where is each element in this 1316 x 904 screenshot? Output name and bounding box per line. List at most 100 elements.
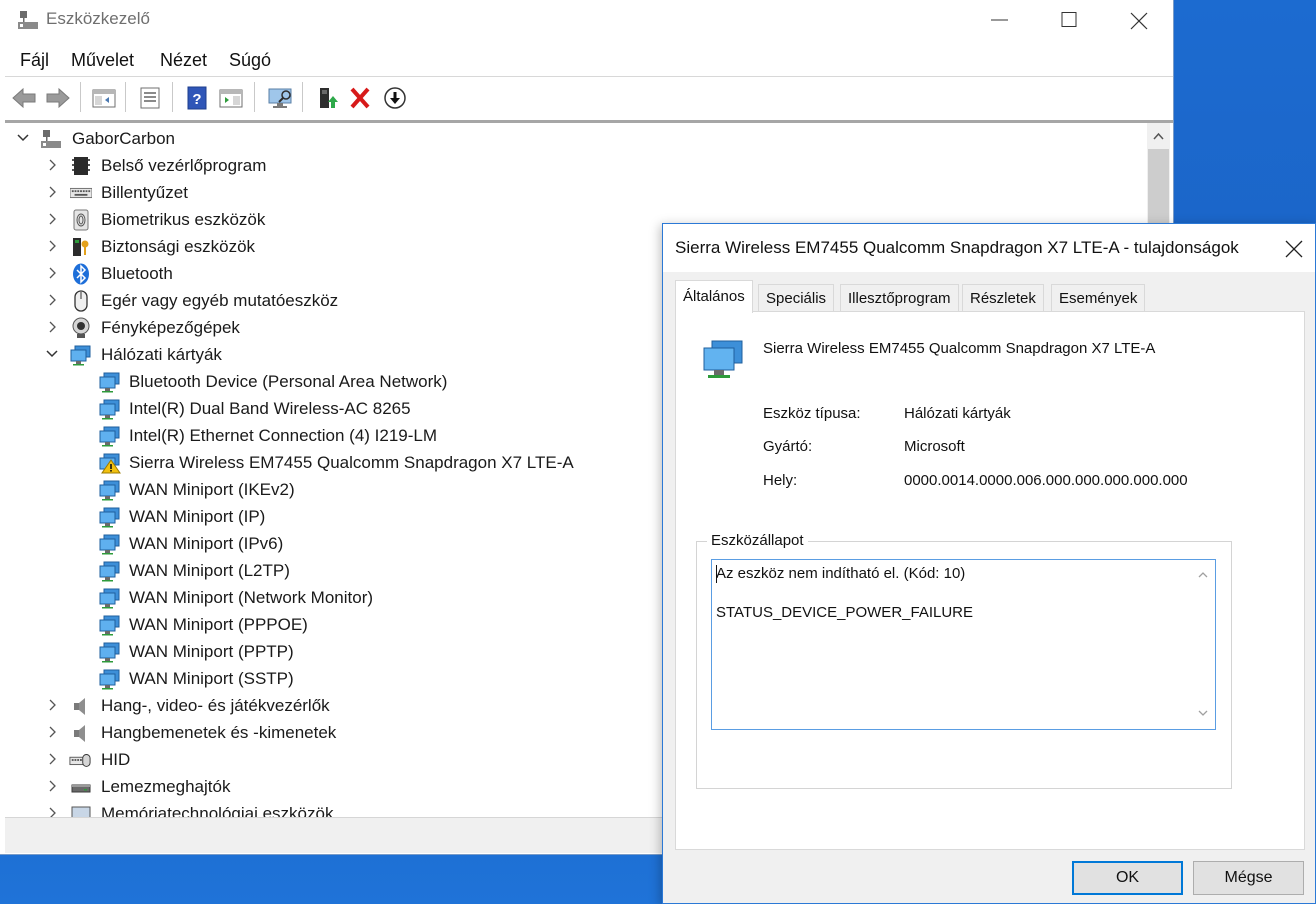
status-line: Az eszköz nem indítható el. (Kód: 10) <box>716 565 966 582</box>
help-icon: ? <box>187 86 207 110</box>
toolbar-separator <box>80 82 81 112</box>
minimize-icon <box>991 19 1008 21</box>
tree-device-label: Intel(R) Dual Band Wireless-AC 8265 <box>129 399 411 418</box>
properties-button[interactable] <box>135 83 165 113</box>
menu-help[interactable]: Súgó <box>229 50 271 71</box>
tab-advanced[interactable]: Speciális <box>758 284 835 312</box>
disable-device-icon <box>384 87 406 109</box>
location-label: Hely: <box>763 472 798 489</box>
network-adapter-icon <box>99 399 120 420</box>
tree-category-label: Belső vezérlőprogram <box>101 156 267 175</box>
chevron-down-icon[interactable] <box>45 347 59 361</box>
network-adapter-icon <box>99 507 120 528</box>
forward-button[interactable] <box>43 83 73 113</box>
menu-separator <box>5 76 1173 77</box>
security-key-icon <box>73 238 89 256</box>
scroll-up-icon[interactable] <box>1197 569 1209 581</box>
tree-category-label: HID <box>101 750 131 769</box>
network-adapter-icon <box>703 340 743 378</box>
tree-category-label: Hangbemenetek és -kimenetek <box>101 723 337 742</box>
menu-action[interactable]: Művelet <box>71 50 134 71</box>
chevron-right-icon[interactable] <box>45 752 59 766</box>
tab-details[interactable]: Részletek <box>962 284 1044 312</box>
speaker-icon <box>74 725 85 742</box>
back-arrow-icon <box>12 87 36 109</box>
network-adapter-icon <box>99 426 120 447</box>
network-adapter-icon <box>70 345 91 366</box>
location-value: 0000.0014.0000.006.000.000.000.000.000 <box>904 472 1188 489</box>
disable-device-button[interactable] <box>380 83 410 113</box>
chevron-right-icon[interactable] <box>45 212 59 226</box>
properties-icon <box>140 87 160 109</box>
scroll-thumb[interactable] <box>1148 149 1169 229</box>
update-driver-button[interactable] <box>312 83 342 113</box>
dialog-tabs: Általános Speciális Illesztőprogram Rész… <box>675 280 1305 313</box>
status-scrollbar[interactable] <box>1191 560 1215 729</box>
action-pane-icon <box>219 89 243 108</box>
tree-device-label: Bluetooth Device (Personal Area Network) <box>129 372 448 391</box>
device-status-textbox[interactable]: Az eszköz nem indítható el. (Kód: 10) ST… <box>711 559 1216 730</box>
chevron-right-icon[interactable] <box>45 185 59 199</box>
device-status-group: Eszközállapot Az eszköz nem indítható el… <box>696 532 1232 789</box>
menu-file[interactable]: Fájl <box>20 50 49 71</box>
network-adapter-icon <box>99 534 120 555</box>
bluetooth-icon <box>73 263 89 285</box>
chevron-down-icon[interactable] <box>16 131 30 145</box>
device-type-label: Eszköz típusa: <box>763 405 861 422</box>
close-button[interactable] <box>1104 0 1174 40</box>
tree-device-label: WAN Miniport (IPv6) <box>129 534 284 553</box>
help-button[interactable]: ? <box>182 83 212 113</box>
camera-icon <box>72 317 90 338</box>
tab-events[interactable]: Események <box>1051 284 1146 312</box>
tree-device-label: WAN Miniport (Network Monitor) <box>129 588 374 607</box>
chevron-right-icon[interactable] <box>45 158 59 172</box>
fingerprint-icon <box>73 209 89 231</box>
scan-hardware-icon <box>268 88 292 108</box>
network-adapter-icon <box>99 669 120 690</box>
tab-general[interactable]: Általános <box>675 280 753 313</box>
toolbar-separator <box>254 82 255 112</box>
close-icon <box>1285 240 1303 258</box>
scroll-up-icon[interactable] <box>1147 123 1170 149</box>
chevron-right-icon[interactable] <box>45 320 59 334</box>
chevron-right-icon[interactable] <box>45 239 59 253</box>
scan-hardware-button[interactable] <box>264 83 294 113</box>
menu-view[interactable]: Nézet <box>160 50 207 71</box>
device-name: Sierra Wireless EM7455 Qualcomm Snapdrag… <box>763 340 1156 357</box>
chevron-right-icon[interactable] <box>45 725 59 739</box>
tree-device-label: WAN Miniport (L2TP) <box>129 561 290 580</box>
tab-driver[interactable]: Illesztőprogram <box>840 284 959 312</box>
action-pane-button[interactable] <box>216 83 246 113</box>
chevron-right-icon[interactable] <box>45 266 59 280</box>
tree-category-label: Hang-, video- és játékvezérlők <box>101 696 330 715</box>
update-driver-icon <box>320 88 338 108</box>
tree-device-label: Sierra Wireless EM7455 Qualcomm Snapdrag… <box>129 453 574 472</box>
network-adapter-icon <box>99 615 120 636</box>
device-type-value: Hálózati kártyák <box>904 405 1011 422</box>
minimize-button[interactable] <box>965 0 1035 40</box>
tree-category-label: Fényképezőgépek <box>101 318 240 337</box>
maximize-button[interactable] <box>1035 0 1105 40</box>
uninstall-device-button[interactable] <box>346 83 376 113</box>
toolbar: ? <box>0 78 1173 118</box>
ok-button[interactable]: OK <box>1072 861 1183 895</box>
tree-category-label: Memóriatechnológiai eszközök <box>101 804 334 817</box>
chevron-right-icon[interactable] <box>45 698 59 712</box>
back-button[interactable] <box>9 83 39 113</box>
chevron-right-icon[interactable] <box>45 806 59 817</box>
device-manager-icon <box>18 11 38 29</box>
chevron-right-icon[interactable] <box>45 293 59 307</box>
network-adapter-warning-icon <box>99 453 121 474</box>
tree-category[interactable]: Belső vezérlőprogram <box>5 152 1145 179</box>
tree-root-computer[interactable]: GaborCarbon <box>5 125 1145 152</box>
manufacturer-label: Gyártó: <box>763 438 813 455</box>
cancel-button[interactable]: Mégse <box>1193 861 1304 895</box>
keyboard-icon <box>70 187 92 199</box>
dialog-close-button[interactable] <box>1269 224 1315 272</box>
device-status-label: Eszközállapot <box>707 532 808 549</box>
chevron-right-icon[interactable] <box>45 779 59 793</box>
show-hide-console-tree-button[interactable] <box>89 83 119 113</box>
scroll-down-icon[interactable] <box>1197 707 1209 719</box>
tree-category[interactable]: Billentyűzet <box>5 179 1145 206</box>
disk-drive-icon <box>71 784 91 793</box>
